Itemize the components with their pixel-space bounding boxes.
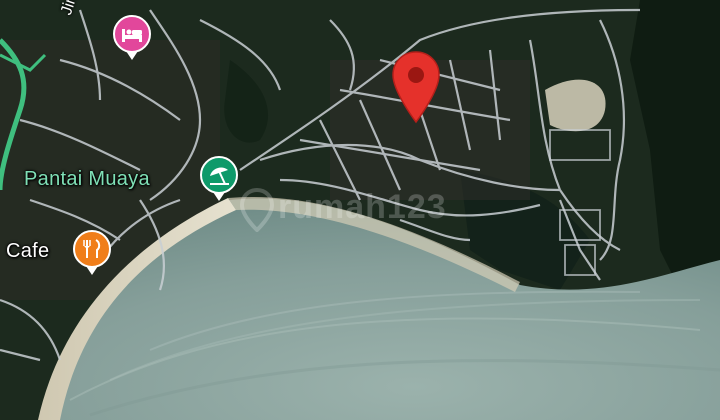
- bed-icon: [122, 29, 142, 42]
- map-view[interactable]: Jim Pantai Muaya Cafe rumah123: [0, 0, 720, 420]
- watermark-text: rumah123: [278, 188, 447, 226]
- cafe-poi-label[interactable]: Cafe: [6, 240, 49, 263]
- watermark-logo-icon: [240, 188, 274, 232]
- location-pin-icon[interactable]: [390, 50, 442, 124]
- fork-knife-icon: [83, 239, 101, 258]
- beach-umbrella-icon: [210, 167, 229, 185]
- cafe-poi-marker[interactable]: [73, 230, 111, 275]
- hotel-poi-marker[interactable]: [113, 15, 151, 60]
- beach-poi-label[interactable]: Pantai Muaya: [24, 168, 150, 191]
- beach-poi-marker[interactable]: [200, 156, 238, 201]
